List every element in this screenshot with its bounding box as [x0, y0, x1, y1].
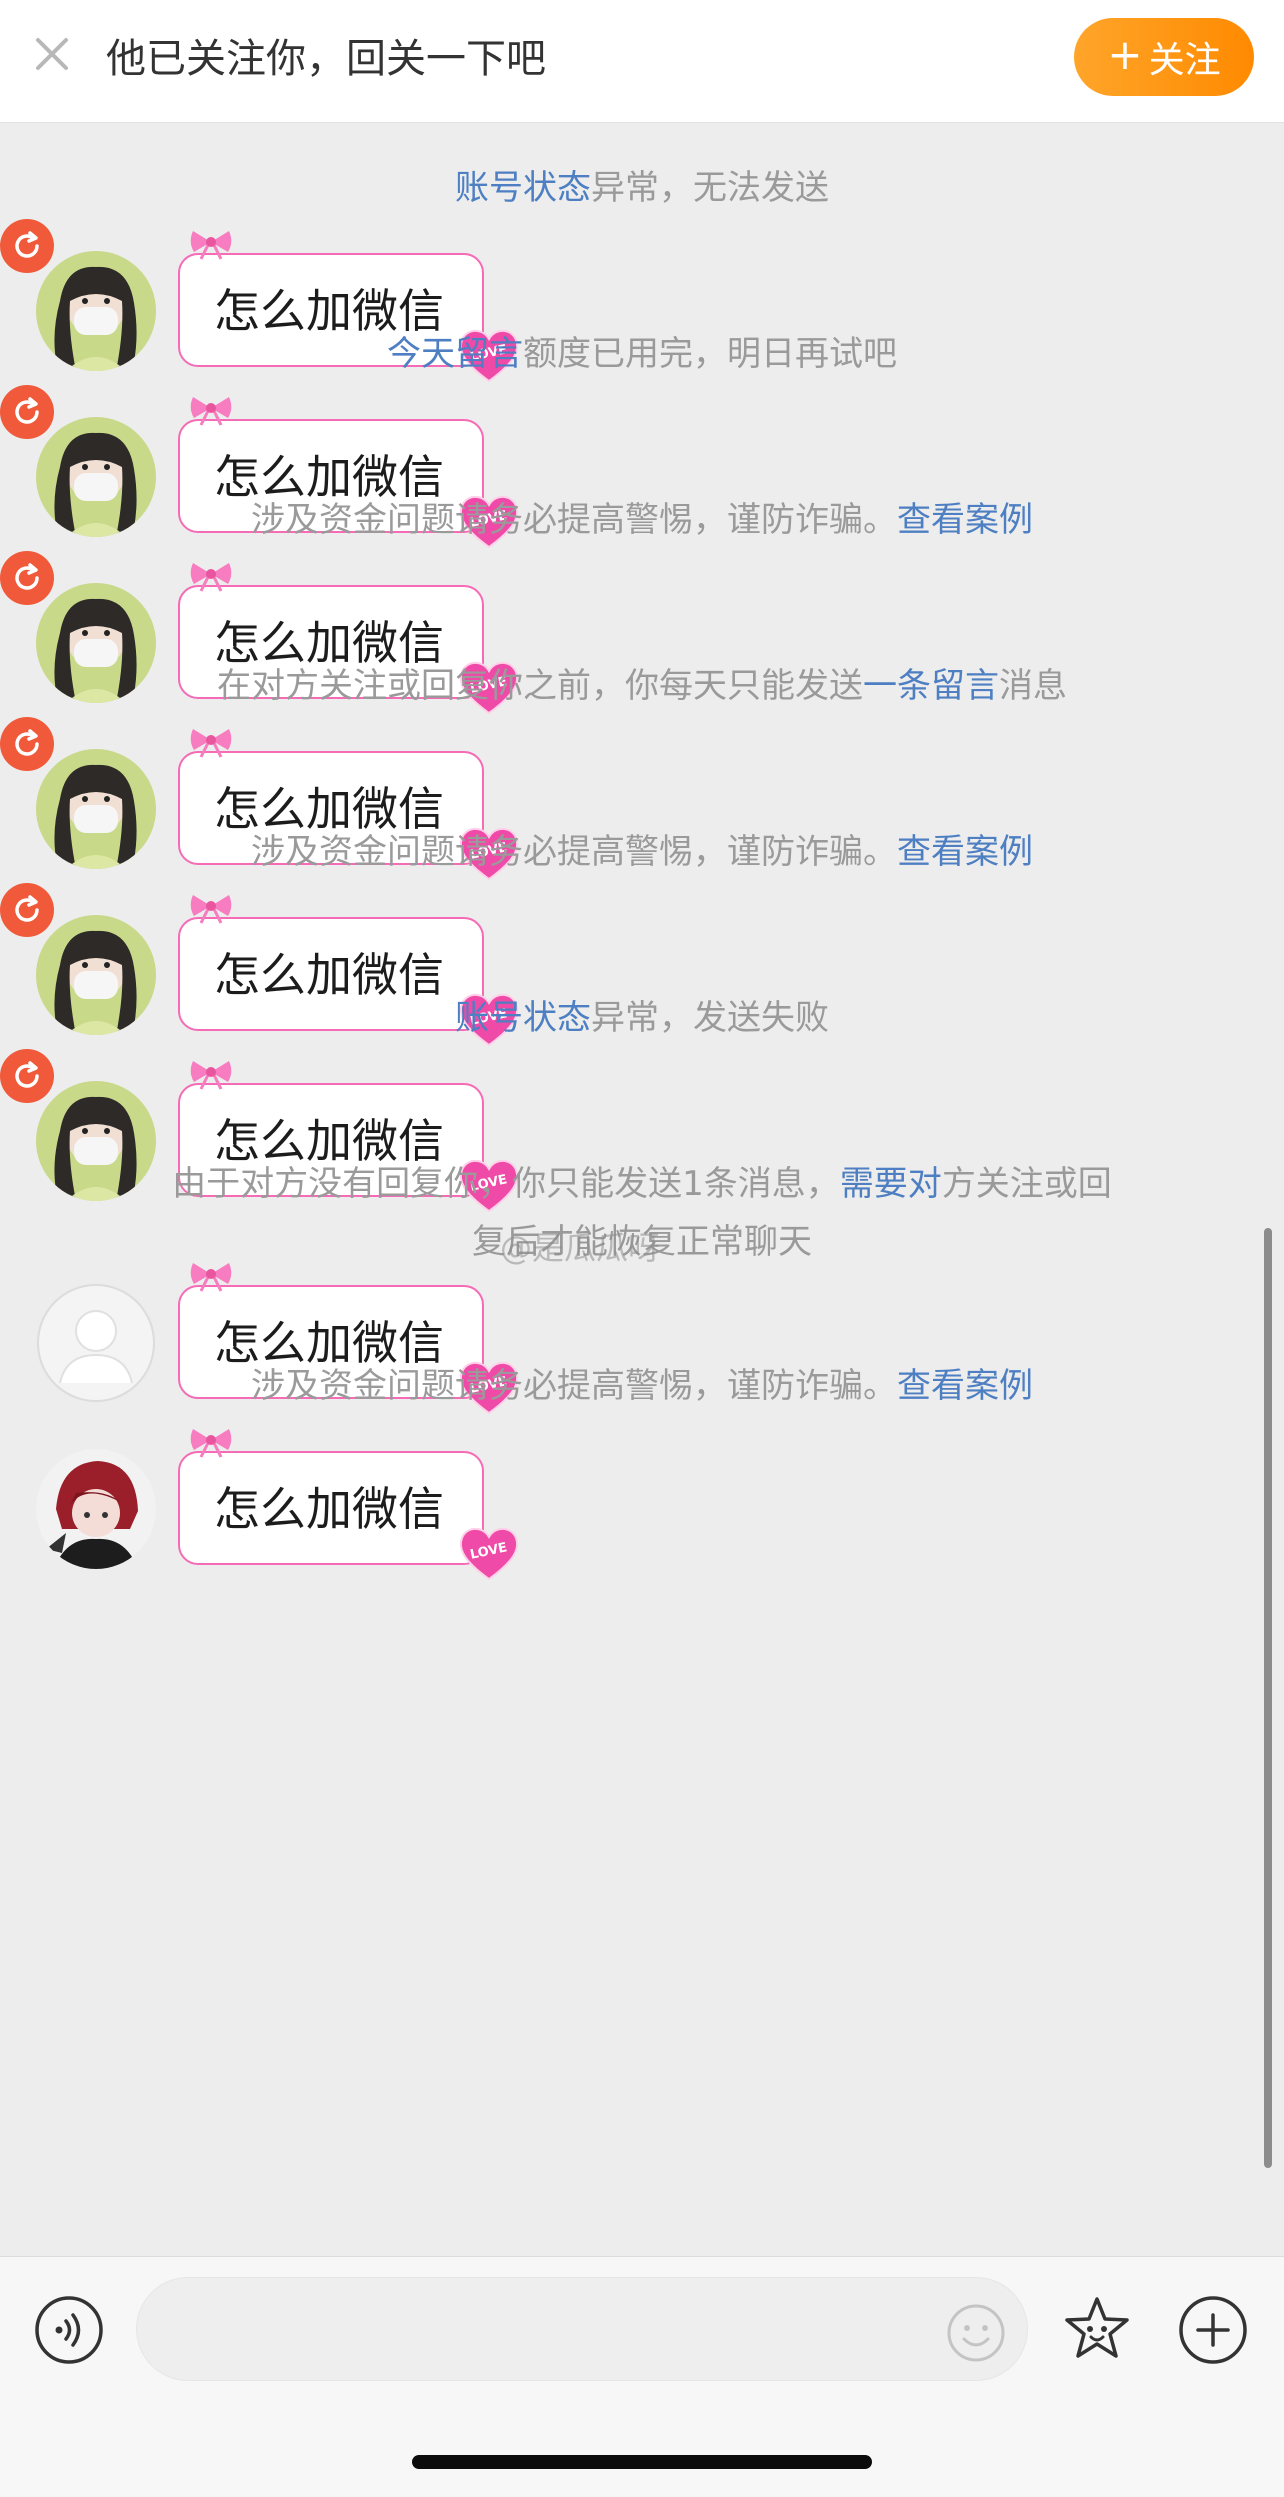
bow-icon	[190, 1263, 232, 1292]
watermark: @是瓜瓜呀	[500, 1229, 661, 1267]
retry-icon[interactable]	[0, 883, 54, 937]
bow-icon	[190, 231, 232, 260]
notice-link[interactable]: 查看案例	[897, 832, 1033, 872]
notice-link[interactable]: 账号状态	[455, 998, 591, 1038]
bow-icon	[190, 397, 232, 426]
notice-link[interactable]: 查看案例	[897, 1366, 1033, 1406]
retry-icon[interactable]	[0, 385, 54, 439]
follow-plus-icon: +	[1107, 30, 1143, 79]
follow-back-tip: 他已关注你，回关一下吧	[106, 36, 546, 82]
notice-text: 在对方关注或回复你之前，你每天只能发送	[217, 666, 863, 706]
message-text: 怎么加微信	[214, 1482, 444, 1536]
notice-text: 涉及资金问题请务必提高警惕，谨防诈骗。	[251, 500, 897, 540]
system-notice: 今天留言额度已用完，明日再试吧	[100, 325, 1184, 383]
retry-icon[interactable]	[0, 551, 54, 605]
notice-text: 涉及资金问题请务必提高警惕，谨防诈骗。	[251, 832, 897, 872]
retry-icon[interactable]	[0, 717, 54, 771]
notice-text: 额度已用完，明日再试吧	[523, 334, 897, 374]
bow-icon	[190, 1429, 232, 1458]
home-indicator[interactable]	[412, 2455, 872, 2469]
notice-link[interactable]: 今天留言	[387, 334, 523, 374]
notice-text: 由于对方没有回复你，你只能发送1条消息，	[172, 1164, 840, 1204]
system-notice: 账号状态异常，发送失败	[100, 989, 1184, 1047]
follow-button[interactable]: + 关注	[1074, 18, 1254, 96]
bow-icon	[190, 729, 232, 758]
message-input[interactable]	[167, 2296, 931, 2364]
system-notice: 涉及资金问题请务必提高警惕，谨防诈骗。查看案例	[100, 823, 1184, 881]
message-bubble[interactable]: 怎么加微信 LOVE	[178, 1429, 519, 1581]
notice-text: 异常，无法发送	[591, 168, 829, 208]
message-row: 怎么加微信 LOVE	[0, 1409, 1284, 1581]
follow-button-label: 关注	[1148, 40, 1221, 81]
sticker-icon[interactable]	[1060, 2293, 1134, 2367]
notice-text: 异常，发送失败	[591, 998, 829, 1038]
retry-icon[interactable]	[0, 1049, 54, 1103]
avatar-anime-red-hair[interactable]	[36, 1449, 156, 1569]
message-input-field[interactable]	[136, 2277, 1028, 2381]
plus-icon[interactable]	[1178, 2295, 1248, 2365]
system-notice: 账号状态异常，无法发送	[100, 159, 1184, 217]
notice-text: 方关注或回	[941, 1164, 1112, 1204]
system-notice: 涉及资金问题请务必提高警惕，谨防诈骗。查看案例	[100, 491, 1184, 549]
love-heart-icon: LOVE	[459, 1527, 519, 1581]
notice-link[interactable]: 一条留言	[863, 666, 999, 706]
bow-icon	[190, 1061, 232, 1090]
emoji-icon[interactable]	[946, 2303, 1006, 2363]
notice-link[interactable]: 账号状态	[455, 168, 591, 208]
notice-link[interactable]: 需要对	[840, 1164, 942, 1204]
bow-icon	[190, 563, 232, 592]
notice-link[interactable]: 查看案例	[897, 500, 1033, 540]
close-icon[interactable]	[30, 32, 74, 76]
retry-icon[interactable]	[0, 219, 54, 273]
scrollbar[interactable]	[1264, 1228, 1272, 2168]
bow-icon	[190, 895, 232, 924]
system-notice: 涉及资金问题请务必提高警惕，谨防诈骗。查看案例	[100, 1357, 1184, 1415]
notice-text: 消息	[999, 666, 1067, 706]
notice-text: 涉及资金问题请务必提高警惕，谨防诈骗。	[251, 1366, 897, 1406]
voice-icon[interactable]	[34, 2295, 104, 2365]
chat-area[interactable]: 账号状态异常，无法发送 怎么加微信 LOVE 今天留言额度已用完，明日再试吧 怎…	[0, 123, 1284, 2255]
follow-back-banner: 他已关注你，回关一下吧 + 关注	[0, 0, 1284, 123]
system-notice: 在对方关注或回复你之前，你每天只能发送一条留言消息	[100, 657, 1184, 715]
